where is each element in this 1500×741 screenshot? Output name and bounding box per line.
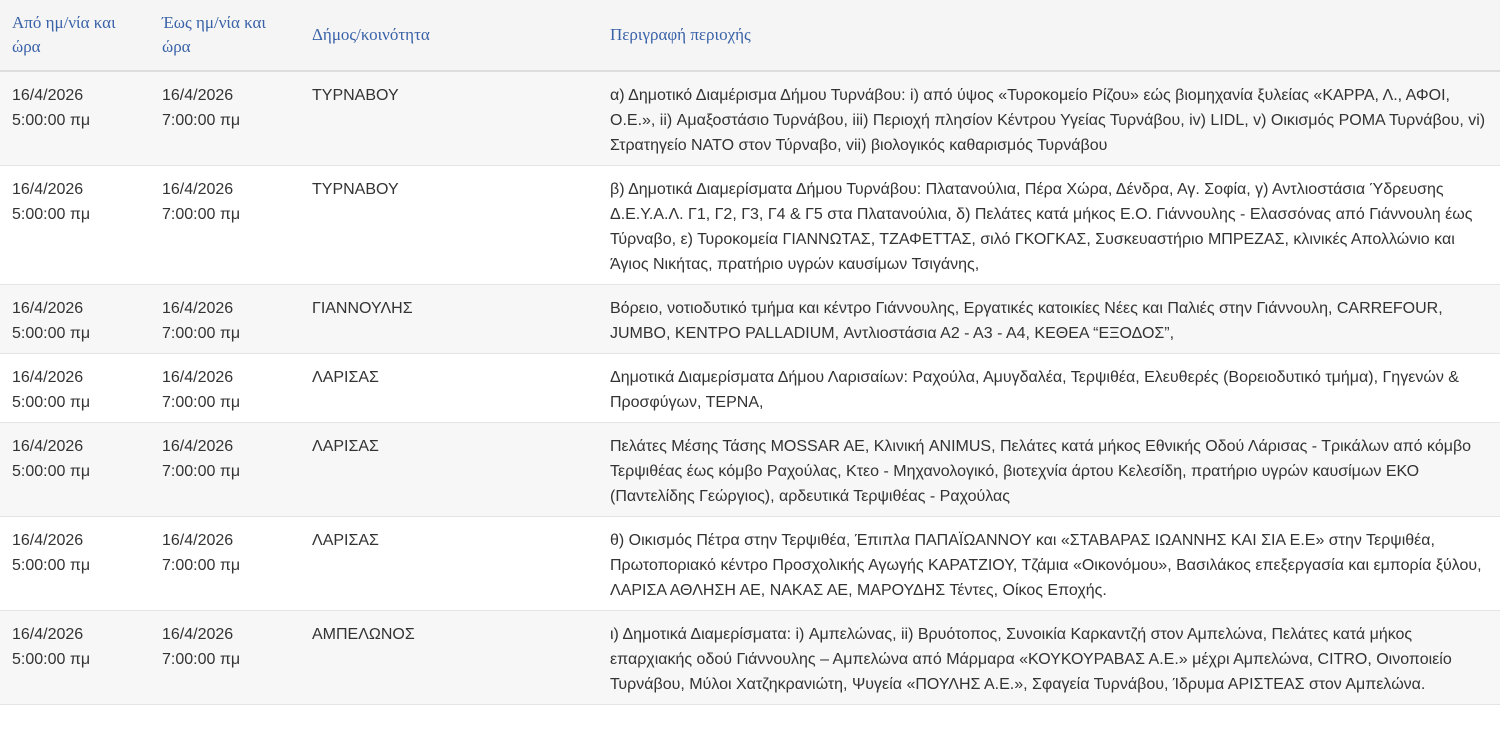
- cell-to: 16/4/2026 7:00:00 πμ: [162, 626, 241, 668]
- cell-from: 16/4/2026 5:00:00 πμ: [12, 626, 91, 668]
- table-header: Από ημ/νία και ώρα Έως ημ/νία και ώρα Δή…: [0, 0, 1500, 71]
- cell-from: 16/4/2026 5:00:00 πμ: [12, 369, 91, 411]
- table-body: 16/4/2026 5:00:00 πμ 16/4/2026 7:00:00 π…: [0, 71, 1500, 705]
- table-row: 16/4/2026 5:00:00 πμ 16/4/2026 7:00:00 π…: [0, 422, 1500, 517]
- table-row: 16/4/2026 5:00:00 πμ 16/4/2026 7:00:00 π…: [0, 610, 1500, 705]
- header-from[interactable]: Από ημ/νία και ώρα: [0, 0, 150, 71]
- cell-to: 16/4/2026 7:00:00 πμ: [162, 300, 241, 342]
- cell-to: 16/4/2026 7:00:00 πμ: [162, 87, 241, 129]
- header-row: Από ημ/νία και ώρα Έως ημ/νία και ώρα Δή…: [0, 0, 1500, 71]
- cell-description: θ) Οικισμός Πέτρα στην Τερψιθέα, Έπιπλα …: [610, 532, 1482, 599]
- cell-description: α) Δημοτικό Διαμέρισμα Δήμου Τυρνάβου: i…: [610, 87, 1486, 154]
- cell-to: 16/4/2026 7:00:00 πμ: [162, 438, 241, 480]
- table-row: 16/4/2026 5:00:00 πμ 16/4/2026 7:00:00 π…: [0, 165, 1500, 285]
- cell-municipality: ΛΑΡΙΣΑΣ: [312, 369, 379, 386]
- cell-description: ι) Δημοτικά Διαμερίσματα: i) Αμπελώνας, …: [610, 626, 1452, 693]
- cell-description: β) Δημοτικά Διαμερίσματα Δήμου Τυρνάβου:…: [610, 181, 1473, 273]
- header-to[interactable]: Έως ημ/νία και ώρα: [150, 0, 300, 71]
- table-row: 16/4/2026 5:00:00 πμ 16/4/2026 7:00:00 π…: [0, 516, 1500, 611]
- cell-from: 16/4/2026 5:00:00 πμ: [12, 300, 91, 342]
- cell-municipality: ΓΙΑΝΝΟΥΛΗΣ: [312, 300, 413, 317]
- table-row: 16/4/2026 5:00:00 πμ 16/4/2026 7:00:00 π…: [0, 284, 1500, 354]
- outage-schedule-table: Από ημ/νία και ώρα Έως ημ/νία και ώρα Δή…: [0, 0, 1500, 705]
- cell-description: Πελάτες Μέσης Τάσης MOSSAR AE, Κλινική A…: [610, 438, 1472, 505]
- cell-municipality: ΤΥΡΝΑΒΟΥ: [312, 87, 399, 104]
- cell-municipality: ΑΜΠΕΛΩΝΟΣ: [312, 626, 415, 643]
- table-row: 16/4/2026 5:00:00 πμ 16/4/2026 7:00:00 π…: [0, 71, 1500, 166]
- header-municipality[interactable]: Δήμος/κοινότητα: [300, 0, 598, 71]
- cell-description: Βόρειο, νοτιοδυτικό τμήμα και κέντρο Γιά…: [610, 300, 1443, 342]
- cell-description: Δημοτικά Διαμερίσματα Δήμου Λαρισαίων: Ρ…: [610, 369, 1459, 411]
- cell-from: 16/4/2026 5:00:00 πμ: [12, 438, 91, 480]
- cell-municipality: ΛΑΡΙΣΑΣ: [312, 532, 379, 549]
- cell-to: 16/4/2026 7:00:00 πμ: [162, 181, 241, 223]
- cell-municipality: ΛΑΡΙΣΑΣ: [312, 438, 379, 455]
- cell-from: 16/4/2026 5:00:00 πμ: [12, 532, 91, 574]
- cell-to: 16/4/2026 7:00:00 πμ: [162, 369, 241, 411]
- cell-municipality: ΤΥΡΝΑΒΟΥ: [312, 181, 399, 198]
- cell-to: 16/4/2026 7:00:00 πμ: [162, 532, 241, 574]
- table-row: 16/4/2026 5:00:00 πμ 16/4/2026 7:00:00 π…: [0, 353, 1500, 423]
- cell-from: 16/4/2026 5:00:00 πμ: [12, 87, 91, 129]
- cell-from: 16/4/2026 5:00:00 πμ: [12, 181, 91, 223]
- header-description[interactable]: Περιγραφή περιοχής: [598, 0, 1500, 71]
